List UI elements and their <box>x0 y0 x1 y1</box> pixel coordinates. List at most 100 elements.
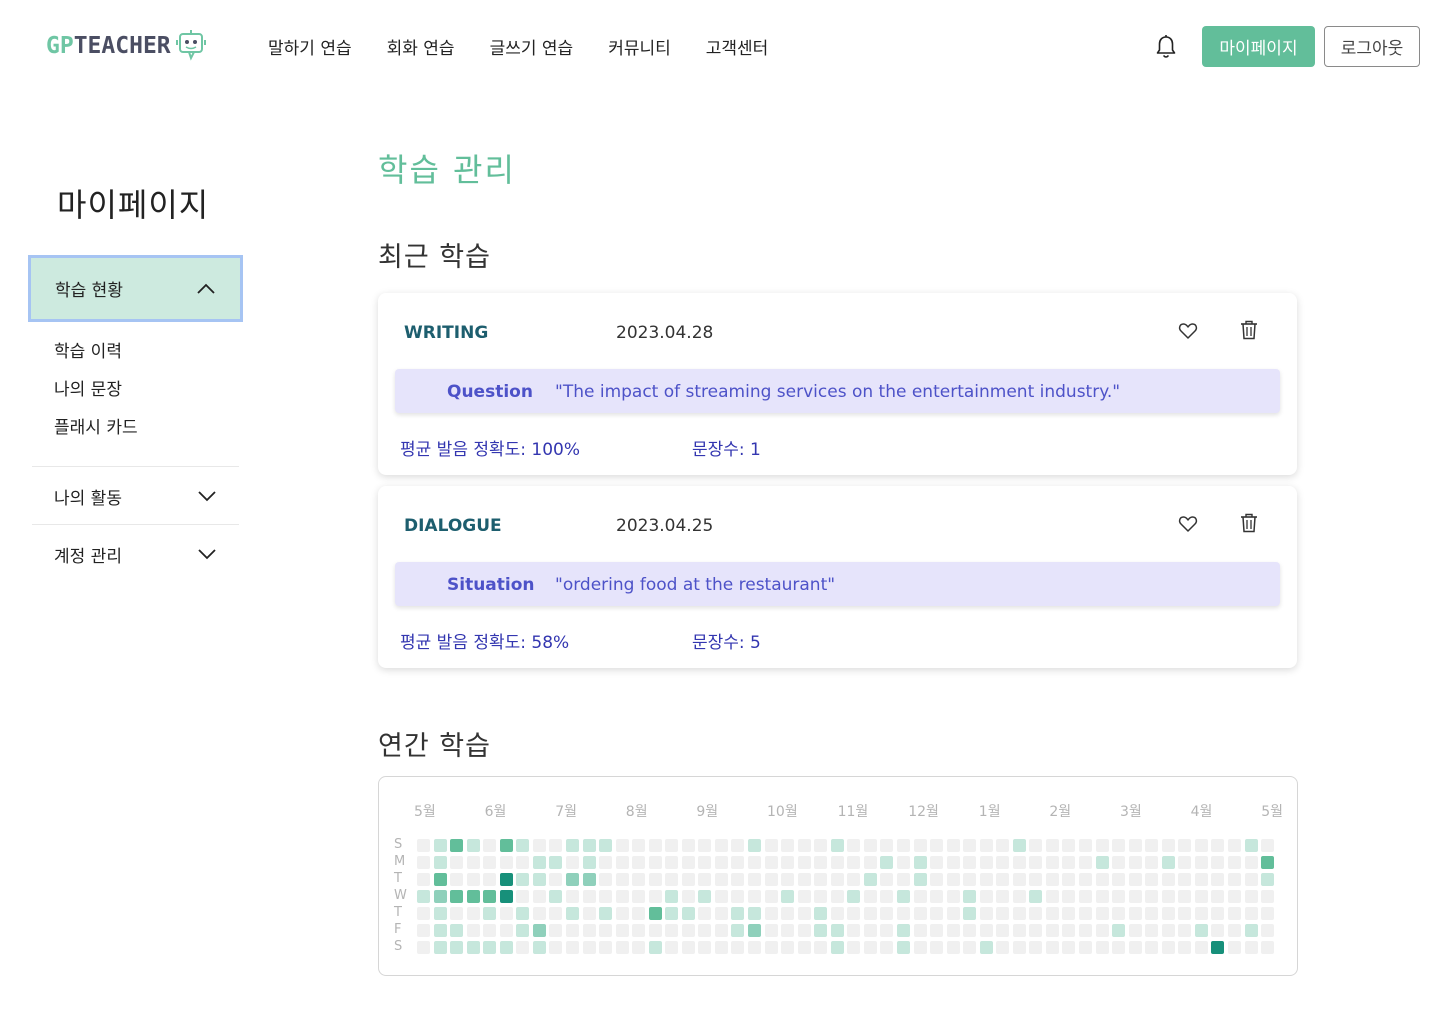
heatmap-cell[interactable] <box>1012 890 1026 903</box>
heatmap-cell[interactable] <box>896 924 910 937</box>
heatmap-cell[interactable] <box>565 890 579 903</box>
heatmap-cell[interactable] <box>714 907 728 920</box>
heatmap-cell[interactable] <box>1145 856 1159 869</box>
heatmap-cell[interactable] <box>1062 924 1076 937</box>
heatmap-cell[interactable] <box>1095 890 1109 903</box>
heatmap-cell[interactable] <box>499 924 513 937</box>
heatmap-cell[interactable] <box>417 907 430 920</box>
heatmap-cell[interactable] <box>1045 839 1059 852</box>
heatmap-cell[interactable] <box>549 856 563 869</box>
heatmap-cell[interactable] <box>565 839 579 852</box>
heatmap-cell[interactable] <box>599 856 613 869</box>
heatmap-cell[interactable] <box>1227 924 1241 937</box>
heatmap-cell[interactable] <box>1178 941 1192 954</box>
heatmap-cell[interactable] <box>814 839 828 852</box>
heatmap-cell[interactable] <box>830 839 844 852</box>
heatmap-cell[interactable] <box>1261 924 1275 937</box>
heatmap-cell[interactable] <box>698 890 712 903</box>
heatmap-cell[interactable] <box>433 941 447 954</box>
heatmap-cell[interactable] <box>532 924 546 937</box>
heatmap-cell[interactable] <box>1079 873 1092 886</box>
heatmap-cell[interactable] <box>681 890 695 903</box>
heatmap-cell[interactable] <box>880 941 894 954</box>
heatmap-cell[interactable] <box>930 873 944 886</box>
heatmap-cell[interactable] <box>549 924 563 937</box>
heatmap-cell[interactable] <box>1178 924 1192 937</box>
heatmap-cell[interactable] <box>1161 856 1175 869</box>
heatmap-cell[interactable] <box>1145 890 1159 903</box>
heatmap-cell[interactable] <box>946 856 960 869</box>
heatmap-cell[interactable] <box>1012 873 1026 886</box>
heatmap-cell[interactable] <box>483 924 497 937</box>
heatmap-cell[interactable] <box>814 907 828 920</box>
heatmap-cell[interactable] <box>599 924 613 937</box>
heatmap-cell[interactable] <box>648 890 662 903</box>
heatmap-cell[interactable] <box>615 873 629 886</box>
heatmap-cell[interactable] <box>913 941 927 954</box>
heatmap-cell[interactable] <box>996 941 1010 954</box>
heatmap-cell[interactable] <box>516 907 530 920</box>
heatmap-cell[interactable] <box>499 839 513 852</box>
heatmap-cell[interactable] <box>433 890 447 903</box>
heatmap-cell[interactable] <box>1261 907 1275 920</box>
heatmap-cell[interactable] <box>433 873 447 886</box>
heatmap-cell[interactable] <box>714 839 728 852</box>
heatmap-cell[interactable] <box>1161 907 1175 920</box>
heatmap-cell[interactable] <box>1261 856 1275 869</box>
heatmap-cell[interactable] <box>1244 856 1258 869</box>
heatmap-cell[interactable] <box>632 941 646 954</box>
heatmap-cell[interactable] <box>764 890 778 903</box>
heatmap-cell[interactable] <box>1079 907 1092 920</box>
heatmap-cell[interactable] <box>979 890 993 903</box>
heatmap-cell[interactable] <box>1045 907 1059 920</box>
heatmap-cell[interactable] <box>1178 890 1192 903</box>
heatmap-cell[interactable] <box>930 941 944 954</box>
heatmap-cell[interactable] <box>797 839 811 852</box>
nav-community[interactable]: 커뮤니티 <box>608 34 671 59</box>
heatmap-cell[interactable] <box>797 924 811 937</box>
heatmap-cell[interactable] <box>648 924 662 937</box>
heatmap-cell[interactable] <box>863 907 877 920</box>
heatmap-cell[interactable] <box>1227 941 1241 954</box>
heatmap-cell[interactable] <box>582 941 596 954</box>
heatmap-cell[interactable] <box>1079 941 1092 954</box>
heatmap-cell[interactable] <box>1178 839 1192 852</box>
heatmap-cell[interactable] <box>764 941 778 954</box>
heatmap-cell[interactable] <box>532 890 546 903</box>
heatmap-cell[interactable] <box>632 907 646 920</box>
heatmap-cell[interactable] <box>913 890 927 903</box>
heatmap-cell[interactable] <box>466 856 480 869</box>
heatmap-cell[interactable] <box>1029 907 1043 920</box>
heatmap-cell[interactable] <box>1194 839 1208 852</box>
heatmap-cell[interactable] <box>1145 907 1159 920</box>
heatmap-cell[interactable] <box>1161 890 1175 903</box>
heatmap-cell[interactable] <box>764 873 778 886</box>
heatmap-cell[interactable] <box>681 924 695 937</box>
heatmap-cell[interactable] <box>599 890 613 903</box>
heatmap-cell[interactable] <box>1095 941 1109 954</box>
heatmap-cell[interactable] <box>1261 873 1275 886</box>
heatmap-cell[interactable] <box>781 941 795 954</box>
heatmap-cell[interactable] <box>1261 839 1275 852</box>
heatmap-cell[interactable] <box>847 890 861 903</box>
heatmap-cell[interactable] <box>946 907 960 920</box>
heatmap-cell[interactable] <box>963 873 977 886</box>
heatmap-cell[interactable] <box>483 890 497 903</box>
heatmap-cell[interactable] <box>946 941 960 954</box>
heart-icon[interactable] <box>1178 321 1198 341</box>
heatmap-cell[interactable] <box>1128 890 1142 903</box>
heatmap-cell[interactable] <box>963 941 977 954</box>
heart-icon[interactable] <box>1178 514 1198 534</box>
heatmap-cell[interactable] <box>1029 924 1043 937</box>
heatmap-cell[interactable] <box>731 856 745 869</box>
heatmap-cell[interactable] <box>814 924 828 937</box>
heatmap-cell[interactable] <box>681 873 695 886</box>
heatmap-cell[interactable] <box>417 839 430 852</box>
heatmap-cell[interactable] <box>665 924 679 937</box>
heatmap-cell[interactable] <box>1045 856 1059 869</box>
heatmap-cell[interactable] <box>648 941 662 954</box>
heatmap-cell[interactable] <box>532 839 546 852</box>
heatmap-cell[interactable] <box>913 907 927 920</box>
heatmap-cell[interactable] <box>863 924 877 937</box>
heatmap-cell[interactable] <box>830 890 844 903</box>
